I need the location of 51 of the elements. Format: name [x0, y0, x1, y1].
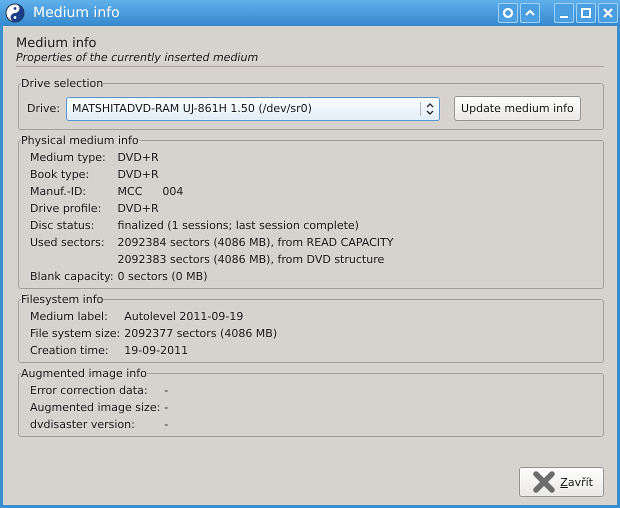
field-value: Autolevel 2011-09-19 [124, 310, 244, 323]
pin-button[interactable] [498, 3, 518, 23]
field-label: File system size: [30, 327, 120, 340]
field-value: DVD+R [118, 168, 160, 181]
group-title: Filesystem info [21, 293, 104, 306]
field-value: 2092384 sectors (4086 MB), from READ CAPACITY [118, 236, 394, 249]
field-value: 004 [162, 185, 184, 198]
field-label: Augmented image size: [30, 401, 160, 414]
field-label: Drive profile: [30, 202, 102, 215]
window-title: Medium info [33, 5, 121, 21]
field-value: 2092377 sectors (4086 MB) [124, 327, 278, 340]
field-label: Medium label: [30, 310, 109, 323]
field-value: DVD+R [118, 202, 160, 215]
group-title: Augmented image info [21, 367, 147, 380]
field-label: Disc status: [30, 219, 96, 232]
group-title: Physical medium info [21, 134, 139, 147]
close-icon [601, 6, 615, 20]
field-label: Used sectors: [30, 236, 106, 251]
shade-button[interactable] [520, 3, 540, 23]
minimize-button[interactable] [554, 3, 574, 23]
field-value: - [164, 401, 170, 414]
drive-dropdown[interactable]: MATSHITADVD-RAM UJ-861H 1.50 (/dev/sr0) [66, 96, 440, 120]
x-icon [532, 470, 556, 494]
dialog-subtitle: Properties of the currently inserted medium [16, 51, 260, 64]
minimize-icon [560, 16, 568, 18]
dialog-heading: Medium info [16, 36, 98, 51]
maximize-icon [579, 6, 593, 20]
close-dialog-button[interactable]: Zavřít [519, 467, 604, 497]
group-title: Drive selection [21, 77, 104, 90]
field-value: DVD+R [118, 151, 160, 164]
field-value: - [164, 384, 170, 397]
field-label: Book type: [30, 168, 90, 181]
field-label: Medium type: [30, 151, 107, 164]
field-label: Error correction data: [30, 384, 149, 397]
ring-icon [501, 6, 515, 20]
field-label: Creation time: [30, 344, 110, 357]
field-value: MCC [118, 185, 142, 198]
field-value: 19-09-2011 [124, 344, 190, 357]
field-value: 0 sectors (0 MB) [118, 270, 208, 283]
yin-yang-icon [5, 3, 25, 23]
drive-label: Drive: [27, 102, 60, 115]
up-down-arrow-icon [420, 102, 436, 116]
field-value: finalized (1 sessions; last session complete) [118, 219, 360, 232]
field-value: 2092383 sectors (4086 MB), from DVD structure [118, 253, 386, 266]
maximize-button[interactable] [576, 3, 596, 23]
field-label: dvdisaster version: [30, 418, 136, 431]
close-button[interactable] [598, 3, 618, 23]
field-value: - [164, 418, 170, 431]
update-button[interactable]: Update medium info [454, 96, 581, 121]
field-label: Blank capacity: [30, 270, 114, 283]
field-label: Manuf.-ID: [30, 185, 88, 198]
